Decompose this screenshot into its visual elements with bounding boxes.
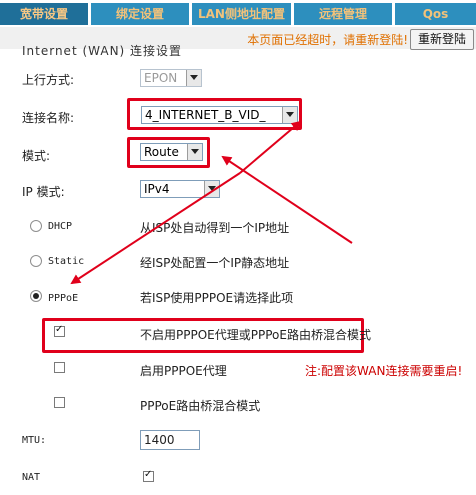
arrow-to-pppoe xyxy=(70,172,241,285)
annotation-arrows xyxy=(70,120,353,285)
arrow-to-connection xyxy=(239,120,302,174)
